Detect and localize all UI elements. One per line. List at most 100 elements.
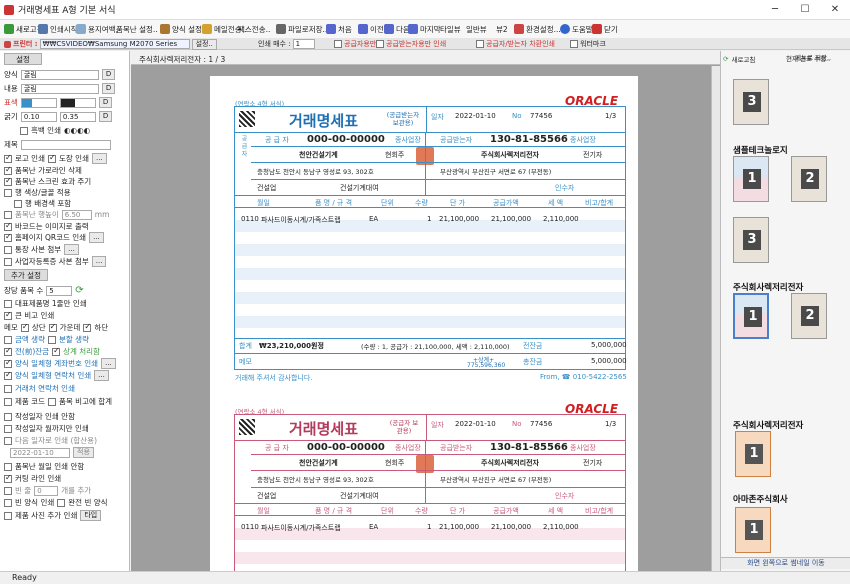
- split-gen-checkbox[interactable]: [47, 335, 56, 344]
- tile-view-button[interactable]: 타일뷰: [440, 22, 461, 36]
- form-acct-checkbox[interactable]: [4, 358, 12, 368]
- cutline-checkbox[interactable]: [4, 473, 12, 483]
- font-select[interactable]: 굴림: [20, 69, 99, 80]
- logo-print-checkbox[interactable]: [4, 153, 12, 163]
- blank-form-checkbox[interactable]: [4, 498, 12, 507]
- write-month-row[interactable]: 작성일자 월까지만 인쇄: [4, 423, 89, 434]
- opt-buyer[interactable]: 공급받는자용만 인쇄: [376, 38, 446, 50]
- stamp-setup-button[interactable]: ...: [91, 153, 107, 164]
- sum-gen-checkbox[interactable]: [4, 335, 12, 344]
- move-thumbnails-button[interactable]: 화면 왼쪽으로 썸네일 이동: [721, 557, 850, 569]
- form-acct-button[interactable]: ...: [101, 358, 116, 369]
- opt-swap-checkbox[interactable]: [476, 40, 484, 48]
- copies-input[interactable]: 1: [292, 39, 315, 49]
- row-bg-checkbox[interactable]: [14, 199, 22, 208]
- total-balance-checkbox[interactable]: [52, 346, 61, 356]
- item-scroll-row[interactable]: 품목난 스크린 효과 주기: [4, 176, 91, 187]
- opt-watermark-checkbox[interactable]: [570, 40, 578, 48]
- opt-supplier-checkbox[interactable]: [334, 40, 342, 48]
- opt-supplier[interactable]: 공급자용만: [334, 38, 376, 50]
- preview-scrollbar[interactable]: [711, 66, 720, 571]
- memo-mid-checkbox[interactable]: [48, 322, 57, 332]
- border-outer-input[interactable]: 0.35: [59, 111, 96, 122]
- big-note-row[interactable]: 큰 비고 인쇄: [4, 310, 54, 321]
- color-select-2[interactable]: [59, 97, 96, 108]
- item-height-checkbox[interactable]: [4, 210, 12, 219]
- prev-balance-checkbox[interactable]: [4, 346, 12, 356]
- big-note-checkbox[interactable]: [4, 310, 12, 320]
- opt-watermark[interactable]: 워터마크: [570, 38, 606, 50]
- color-select-1[interactable]: [20, 97, 57, 108]
- color-reset-button[interactable]: D: [98, 97, 113, 108]
- form-contact-button[interactable]: ...: [94, 370, 109, 381]
- biz-copy-checkbox[interactable]: [4, 257, 12, 266]
- save-file-button[interactable]: 파일로저장..: [276, 22, 327, 36]
- bw-print-row[interactable]: 흑백 인쇄 ◐◐◐◐: [20, 125, 90, 136]
- opt-buyer-checkbox[interactable]: [376, 40, 384, 48]
- blank-input[interactable]: 0: [34, 485, 59, 496]
- thumb-page-2[interactable]: 1: [733, 156, 769, 202]
- max-items-row[interactable]: 대표제품명 1줄만 인쇄: [4, 298, 87, 309]
- last-button[interactable]: 마지막: [408, 22, 441, 36]
- item-month-row[interactable]: 품목난 월일 인쇄 안함: [4, 461, 84, 472]
- row-bg-row[interactable]: 행 배경색 포함: [14, 198, 71, 209]
- thumb-page-8[interactable]: 1: [735, 507, 771, 553]
- thumb-page-3[interactable]: 2: [791, 156, 827, 202]
- font-size-button[interactable]: D: [101, 69, 116, 80]
- form-contact-checkbox[interactable]: [4, 370, 12, 380]
- item-grid-row[interactable]: 품목난 가로라인 삭제: [4, 165, 82, 176]
- thumb-page-4[interactable]: 3: [733, 217, 769, 263]
- settings-button[interactable]: 환경설정...: [514, 22, 561, 36]
- item-count-refresh-icon[interactable]: ⟳: [75, 285, 83, 296]
- next-button[interactable]: 다음: [384, 22, 410, 36]
- product-photo-button[interactable]: 타입: [80, 510, 102, 521]
- row-color-row[interactable]: 행 색상/글꼴 적용: [4, 187, 71, 198]
- thumb-page-1[interactable]: 3: [733, 79, 769, 125]
- close-icon[interactable]: ✕: [820, 0, 850, 20]
- next-date-checkbox[interactable]: [4, 436, 12, 445]
- print-button[interactable]: 인쇄시작: [38, 22, 78, 36]
- next-date-row[interactable]: 다음 일자로 인쇄 (합산용): [4, 435, 97, 446]
- contrast-icons[interactable]: ◐◐◐◐: [64, 126, 90, 135]
- barcode-row[interactable]: 바코드는 이미지로 출력: [4, 221, 89, 232]
- border-inner-input[interactable]: 0.10: [20, 111, 57, 122]
- bank-copy-button[interactable]: ...: [64, 244, 79, 255]
- close-button[interactable]: 닫기: [592, 22, 618, 36]
- maximize-icon[interactable]: ☐: [790, 0, 820, 20]
- trade-contact-checkbox[interactable]: [4, 384, 12, 393]
- fax-button[interactable]: 팩스전송..: [238, 22, 270, 36]
- margin-button[interactable]: 용지여백,: [76, 22, 118, 36]
- write-month-checkbox[interactable]: [4, 424, 12, 433]
- cutline-row[interactable]: 커팅 라인 인쇄: [4, 473, 61, 484]
- tab-settings[interactable]: 설정: [4, 53, 42, 65]
- biz-copy-button[interactable]: ...: [91, 256, 107, 267]
- border-reset-button[interactable]: D: [98, 111, 113, 122]
- item-height-input[interactable]: 6.50: [61, 209, 92, 220]
- tab-extra-settings[interactable]: 추가 설정: [4, 269, 48, 281]
- stamp-print-checkbox[interactable]: [47, 153, 56, 163]
- title-input[interactable]: [20, 139, 111, 150]
- write-date-row[interactable]: 작성일자 인쇄 안함: [4, 411, 75, 422]
- apply-button[interactable]: 적용: [73, 447, 94, 458]
- printer-setup-button[interactable]: 설정..: [191, 38, 217, 50]
- product-code-checkbox[interactable]: [4, 397, 12, 406]
- thumb-page-6[interactable]: 2: [791, 293, 827, 339]
- help-button[interactable]: 도움말: [560, 22, 593, 36]
- menu-save-button[interactable]: 메뉴로 저장..: [795, 52, 849, 64]
- item-count-input[interactable]: 5: [46, 285, 73, 296]
- full-form-checkbox[interactable]: [57, 498, 66, 507]
- max-items-checkbox[interactable]: [4, 299, 12, 308]
- barcode-checkbox[interactable]: [4, 221, 12, 231]
- blank-checkbox[interactable]: [4, 486, 12, 495]
- bank-copy-checkbox[interactable]: [4, 245, 12, 254]
- content-select[interactable]: 굴림: [20, 83, 99, 94]
- trade-contact-row[interactable]: 거래처 연락처 인쇄: [4, 383, 75, 394]
- memo-bot-checkbox[interactable]: [83, 322, 92, 332]
- minimize-icon[interactable]: ─: [760, 0, 790, 20]
- printer-select[interactable]: ₩₩CSVIDEO₩Samsung M2070 Series: [39, 39, 190, 49]
- view2-button[interactable]: 뷰2: [496, 22, 508, 36]
- product-photo-checkbox[interactable]: [4, 511, 12, 520]
- thumb-page-5-selected[interactable]: 1: [733, 293, 769, 339]
- item-grid-checkbox[interactable]: [4, 165, 12, 175]
- item-setup-button[interactable]: 품목난 설정..: [116, 22, 158, 36]
